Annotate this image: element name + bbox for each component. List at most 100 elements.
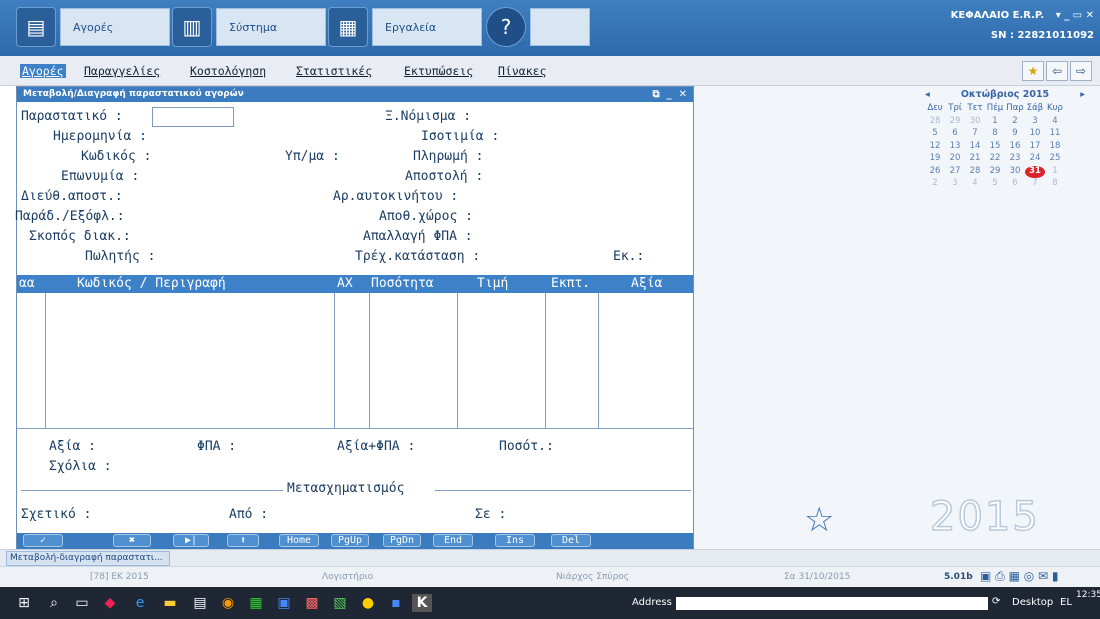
star-outline-icon[interactable]: ☆ [804,500,834,540]
clock[interactable]: 12:35 [1076,589,1100,602]
end-button[interactable]: End [433,534,473,547]
excel-icon[interactable]: ▦ [246,594,266,612]
del-button[interactable]: Del [551,534,591,547]
task-view-icon[interactable]: ▭ [72,594,92,612]
calendar-day[interactable]: 29 [945,116,965,129]
calendar-day[interactable]: 5 [925,128,945,141]
cancel-x-button[interactable]: ✖ [113,534,151,547]
calendar-day[interactable]: 20 [945,153,965,166]
forward-arrow-icon[interactable]: ⇨ [1070,61,1092,81]
calendar-day[interactable]: 5 [985,178,1005,191]
kefalaio-app-icon[interactable]: K [412,594,432,612]
calendar-day[interactable]: 31 [1025,165,1045,178]
calendar-day[interactable]: 9 [1005,128,1025,141]
calendar-day[interactable]: 15 [985,141,1005,154]
home-button[interactable]: Home [279,534,319,547]
col-code-desc[interactable]: Κωδικός / Περιγραφή [77,275,226,293]
menu-item-statistics[interactable]: Στατιστικές [296,64,372,78]
tools-module-button[interactable]: ▦ Εργαλεία [328,5,482,49]
app-icon[interactable]: ◆ [100,594,120,612]
calendar-day[interactable]: 21 [965,153,985,166]
desktop-label[interactable]: Desktop [1012,597,1053,608]
calendar-day[interactable]: 22 [985,153,1005,166]
calendar-day[interactable]: 4 [965,178,985,191]
calendar-day[interactable]: 2 [1005,116,1025,129]
calendar-day[interactable]: 28 [925,116,945,129]
calendar-day[interactable]: 10 [1025,128,1045,141]
calendar-day[interactable]: 29 [985,166,1005,179]
confirm-check-button[interactable]: ✓ [23,534,63,547]
calendar-day[interactable]: 30 [1005,166,1025,179]
app-icon[interactable]: ◉ [218,594,238,612]
edge-browser-icon[interactable]: e [130,594,150,612]
calendar-day[interactable]: 11 [1045,128,1065,141]
col-discount[interactable]: Εκπτ. [551,275,590,293]
col-ax[interactable]: ΑΧ [337,275,353,293]
chrome-icon[interactable]: ● [358,594,378,612]
store-icon[interactable]: ▤ [190,594,210,612]
calendar-day[interactable]: 3 [945,178,965,191]
col-aa[interactable]: αα [19,275,35,293]
calendar-day[interactable]: 23 [1005,153,1025,166]
search-icon[interactable]: ⌕ [44,594,64,612]
window-controls[interactable]: ▾ _ ▭ ✕ [1056,10,1094,21]
calendar-day[interactable]: 18 [1045,141,1065,154]
calendar-day[interactable]: 1 [985,116,1005,129]
system-module-button[interactable]: ▥ Σύστημα [172,5,326,49]
windows-start-icon[interactable]: ⊞ [14,594,34,612]
calendar-day[interactable]: 7 [965,128,985,141]
next-record-button[interactable]: ▶| [173,534,209,547]
address-input[interactable] [676,597,988,610]
document-input[interactable] [152,107,234,127]
up-arrow-button[interactable]: ⬆ [227,534,259,547]
app-icon[interactable]: ▩ [302,594,322,612]
calendar-day[interactable]: 3 [1025,116,1045,129]
help-module-button[interactable]: ? [486,5,590,49]
col-quantity[interactable]: Ποσότητα [371,275,434,293]
menu-item-tables[interactable]: Πίνακες [498,64,546,78]
open-window-tab[interactable]: Μεταβολή-διαγραφή παραστατι... [6,551,170,566]
col-value[interactable]: Αξία [631,275,662,293]
pgdn-button[interactable]: PgDn [383,534,421,547]
calendar-day[interactable]: 24 [1025,153,1045,166]
calendar-day[interactable]: 1 [1045,166,1065,179]
calendar-day[interactable]: 30 [965,116,985,129]
language-indicator[interactable]: EL [1060,597,1072,608]
app-icon[interactable]: ▧ [330,594,350,612]
refresh-icon[interactable]: ⟳ [992,596,1000,607]
menu-item-orders[interactable]: Παραγγελίες [84,64,160,78]
calendar-day[interactable]: 28 [965,166,985,179]
calendar-day[interactable]: 7 [1025,178,1045,191]
app-icon[interactable]: ▣ [274,594,294,612]
favorite-star-icon[interactable]: ★ [1022,61,1044,81]
file-explorer-icon[interactable]: ▬ [160,594,180,612]
col-price[interactable]: Τιμή [477,275,508,293]
calendar-day[interactable]: 2 [925,178,945,191]
back-arrow-icon[interactable]: ⇦ [1046,61,1068,81]
calendar-day[interactable]: 25 [1045,153,1065,166]
calendar-day[interactable]: 8 [1045,178,1065,191]
calendar-day[interactable]: 8 [985,128,1005,141]
calendar-day[interactable]: 14 [965,141,985,154]
purchases-module-button[interactable]: ▤ Αγορές [16,5,170,49]
window-controls-icon[interactable]: ⧉ _ ✕ [653,87,687,102]
calendar-day[interactable]: 17 [1025,141,1045,154]
menu-item-purchases[interactable]: Αγορές [20,64,66,78]
calendar-day[interactable]: 19 [925,153,945,166]
calendar-day[interactable]: 4 [1045,116,1065,129]
status-tool-icons[interactable]: ▣ ⎙ ▦ ◎ ✉ ▮ [980,569,1058,584]
ins-button[interactable]: Ins [495,534,535,547]
menu-item-printouts[interactable]: Εκτυπώσεις [404,64,473,78]
calendar-day[interactable]: 6 [945,128,965,141]
calendar-day[interactable]: 27 [945,166,965,179]
calendar-day[interactable]: 16 [1005,141,1025,154]
menu-item-costing[interactable]: Κοστολόγηση [190,64,266,78]
calendar-day[interactable]: 26 [925,166,945,179]
calendar-day[interactable]: 6 [1005,178,1025,191]
pgup-button[interactable]: PgUp [331,534,369,547]
app-icon[interactable]: ▪ [386,594,406,612]
next-month-icon[interactable]: ▸ [1080,89,1085,103]
calendar-day[interactable]: 12 [925,141,945,154]
calendar-day[interactable]: 13 [945,141,965,154]
prev-month-icon[interactable]: ◂ [925,89,930,103]
